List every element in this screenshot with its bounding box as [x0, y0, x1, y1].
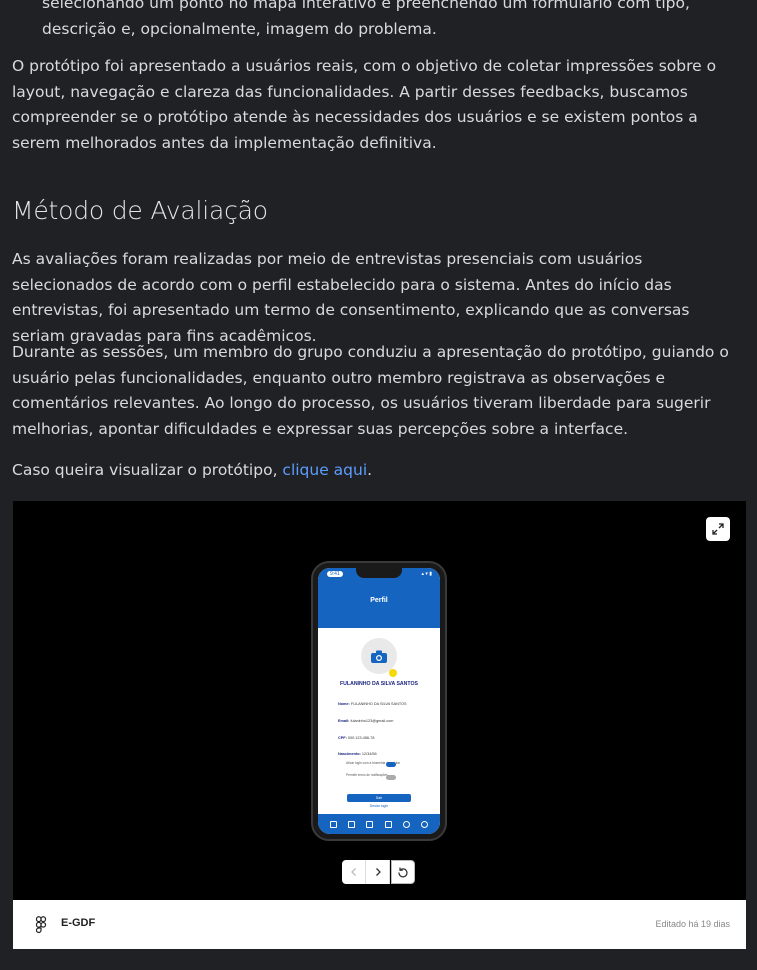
toggle-biometric [386, 762, 396, 767]
view-suffix: . [367, 461, 373, 479]
paragraph-prototype: O protótipo foi apresentado a usuários r… [12, 57, 717, 152]
phone-tabbar [318, 814, 440, 834]
field-name: Nome: FULANINHO DA SILVA SANTOS [338, 702, 407, 706]
settings-icon [421, 820, 429, 828]
field-cpf: CPF: 000.123.456-78 [338, 736, 375, 740]
view-prefix: Caso queira visualizar o protótipo, [12, 461, 283, 479]
screen-title: Perfil [370, 597, 388, 604]
chat-icon [384, 820, 392, 828]
camera-icon [371, 650, 387, 663]
status-time: 9:41 [327, 571, 343, 577]
logout-button: Sair [347, 794, 411, 802]
restart-icon [398, 867, 408, 878]
next-button[interactable] [366, 860, 390, 884]
expand-icon [712, 523, 724, 535]
edit-photo-icon [389, 669, 397, 677]
location-icon [402, 820, 410, 828]
figma-embed[interactable]: 9:41 ▴ ▾ ▮ Perfil FULANINHO DA SILVA SAN… [13, 501, 746, 949]
toggle-notifications [386, 775, 396, 780]
list-item-tail: selecionando um ponto no mapa interativo… [42, 0, 690, 38]
prototype-link[interactable]: clique aqui [282, 461, 367, 479]
file-name[interactable]: E-GDF [61, 917, 95, 929]
phone-screen: 9:41 ▴ ▾ ▮ Perfil FULANINHO DA SILVA SAN… [318, 568, 440, 834]
edited-timestamp: Editado há 19 dias [655, 919, 730, 929]
status-icons: ▴ ▾ ▮ [421, 571, 432, 577]
home-icon [329, 820, 337, 828]
restart-button[interactable] [391, 860, 415, 884]
phone-mockup: 9:41 ▴ ▾ ▮ Perfil FULANINHO DA SILVA SAN… [311, 561, 447, 841]
calendar-icon [366, 820, 374, 828]
chevron-right-icon [375, 868, 381, 876]
expand-button[interactable] [706, 517, 730, 541]
section-heading: Método de Avaliação [12, 196, 268, 225]
figma-logo-icon [35, 916, 47, 934]
profile-name: FULANINHO DA SILVA SANTOS [339, 681, 418, 687]
prototype-nav [342, 860, 415, 884]
field-email: Email: fulaninho123@gmail.com [338, 719, 394, 723]
field-birth: Nascimento: 12/34/56 [338, 752, 377, 756]
embed-footer: E-GDF Editado há 19 dias [13, 900, 746, 949]
paragraph-view-prototype: Caso queira visualizar o protótipo, cliq… [12, 458, 740, 484]
toggle-label-biometric: Ativar login com a biometria do celular [346, 761, 401, 765]
prev-button[interactable] [342, 860, 366, 884]
map-icon [347, 820, 355, 828]
chevron-left-icon [350, 868, 356, 876]
toggle-label-notifications: Permitir envio de notificações [346, 773, 388, 777]
phone-notch [356, 568, 402, 578]
logout-link: Deslar login [369, 804, 389, 808]
paragraph-interviews: As avaliações foram realizadas por meio … [12, 250, 690, 345]
paragraph-sessions: Durante as sessões, um membro do grupo c… [12, 343, 729, 438]
